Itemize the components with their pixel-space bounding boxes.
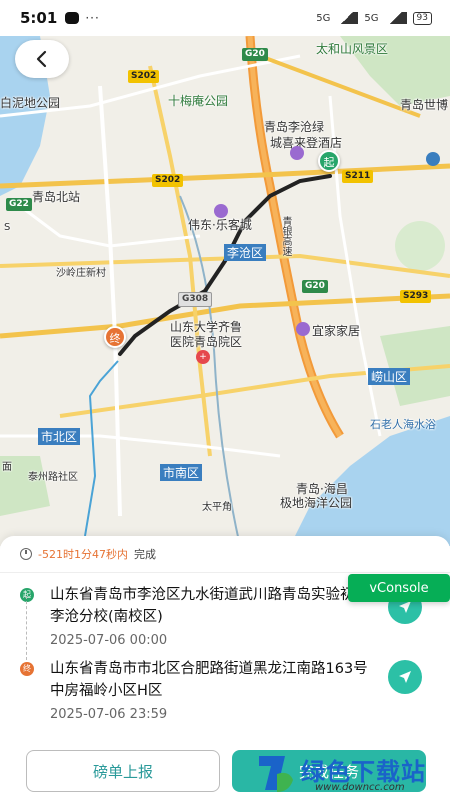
district-label: 市北区 <box>38 428 81 445</box>
map-label: 太和山风景区 <box>316 42 389 56</box>
trip-duration: -521时1分47秒内 完成 <box>20 546 156 562</box>
map-label: 石老人海水浴 <box>370 418 436 431</box>
trip-status: 完成 <box>133 548 156 561</box>
start-stop: 山东省青岛市李沧区九水街道武川路青岛实验初中李沧分校(南校区) 2025-07-… <box>50 584 380 652</box>
road-shield: G20 <box>242 48 268 61</box>
battery-icon: 93 <box>412 11 432 25</box>
start-time: 2025-07-06 00:00 <box>50 633 168 648</box>
route-map[interactable]: 太和山风景区 白泥地公园 十梅庵公园 青岛李沧绿 城喜来登酒店 青岛世博 青岛北… <box>0 36 450 546</box>
road-shield: G22 <box>6 198 32 211</box>
signal-icon <box>384 12 407 24</box>
end-address: 山东省青岛市市北区合肥路街道黑龙江南路163号中房福岭小区H区 <box>50 661 368 699</box>
map-label: 沙岭庄新村 <box>56 268 106 279</box>
watermark-logo-icon <box>259 756 293 792</box>
hospital-icon: + <box>196 350 210 364</box>
map-label: 白泥地公园 <box>0 96 61 110</box>
map-label: 青岛世博 <box>400 98 449 112</box>
map-label: 十梅庵公园 <box>168 94 229 108</box>
road-shield: G308 <box>178 292 213 307</box>
road-shield: G20 <box>302 280 328 293</box>
map-label: 伟东·乐客城 <box>188 218 252 232</box>
map-label: 医院青岛院区 <box>170 335 243 349</box>
navigation-arrow-icon <box>399 671 411 683</box>
navigate-end-button[interactable] <box>388 660 422 694</box>
route-connector <box>26 596 27 660</box>
status-dots: ··· <box>85 11 100 25</box>
status-bar: 5:01 ··· 5G 5G 93 <box>0 0 450 36</box>
signal-1-label: 5G <box>316 12 331 24</box>
road-shield: S211 <box>342 170 374 183</box>
end-badge: 终 <box>20 662 34 676</box>
road-shield: S202 <box>128 70 160 83</box>
map-label: 太平角 <box>202 502 232 513</box>
signal-2-label: 5G <box>364 12 379 24</box>
status-right: 5G 5G 93 <box>316 11 432 25</box>
map-label: 宜家家居 <box>312 324 361 338</box>
start-marker[interactable]: 起 <box>318 150 340 172</box>
hotel-icon <box>290 146 304 160</box>
start-address: 山东省青岛市李沧区九水街道武川路青岛实验初中李沧分校(南校区) <box>50 587 369 625</box>
district-label: 李沧区 <box>224 244 267 261</box>
watermark: 绿色下载站 www.downcc.com <box>255 748 450 800</box>
status-time: 5:01 <box>20 9 58 27</box>
watermark-url: www.downcc.com <box>315 782 405 793</box>
map-label: 面 <box>2 462 12 473</box>
end-marker[interactable]: 终 <box>104 326 126 348</box>
shopping-icon <box>296 322 310 336</box>
chevron-left-icon <box>36 50 47 68</box>
message-icon <box>65 12 80 24</box>
district-label: 市南区 <box>160 464 203 481</box>
map-label: 极地海洋公园 <box>280 496 353 510</box>
shopping-icon <box>214 204 228 218</box>
map-label: 城喜来登酒店 <box>270 136 343 150</box>
signal-icon <box>336 12 359 24</box>
report-weighbill-button[interactable]: 磅单上报 <box>26 750 220 792</box>
start-badge: 起 <box>20 588 34 602</box>
back-button[interactable] <box>15 40 69 78</box>
clock-icon <box>20 548 32 560</box>
divider <box>0 572 450 573</box>
map-label: 青岛北站 <box>32 190 81 204</box>
duration-value: -521时1分47秒内 <box>38 548 128 561</box>
vconsole-button[interactable]: vConsole <box>348 574 450 602</box>
map-label: 泰州路社区 <box>28 472 78 483</box>
end-stop: 山东省青岛市市北区合肥路街道黑龙江南路163号中房福岭小区H区 2025-07-… <box>50 658 380 726</box>
map-label: 青银高速 <box>280 216 291 256</box>
road-shield: S293 <box>400 290 432 303</box>
road-shield: S202 <box>152 174 184 187</box>
end-time: 2025-07-06 23:59 <box>50 707 168 722</box>
map-label: S <box>4 222 11 233</box>
map-label: 青岛李沧绿 <box>264 120 325 134</box>
school-icon <box>426 152 440 166</box>
district-label: 崂山区 <box>368 368 411 385</box>
